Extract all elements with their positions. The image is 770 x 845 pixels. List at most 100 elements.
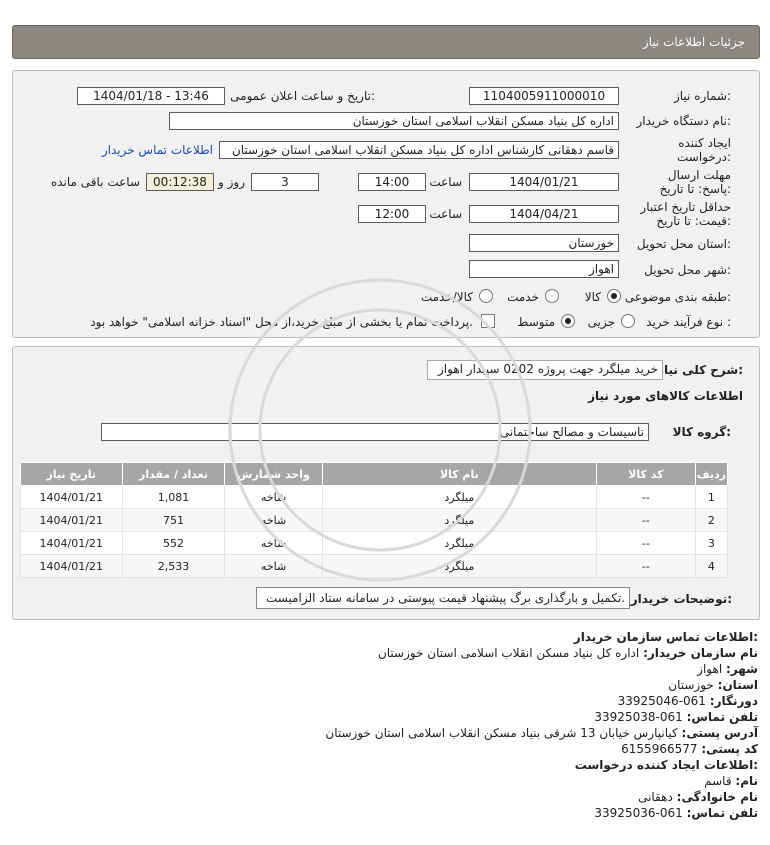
contact-address-line: آدرس پستی: کیانپارس خیابان 13 شرقی بنیاد… [325, 726, 758, 740]
need-details-panel: شماره نیاز: 1104005911000010 تاریخ و ساع… [12, 70, 760, 338]
deadline-time-label: ساعت [429, 175, 462, 189]
cell-qty: 2,533 [121, 554, 226, 578]
contact-phone: 061-33925038 [594, 710, 683, 724]
validity-time-field: 12:00 [358, 205, 426, 223]
buyer-notes-label: توضیحات خریدار: [630, 592, 732, 606]
days-label: روز و [218, 175, 245, 189]
contact-postal-line: کد پستی: 6155966577 [621, 742, 758, 756]
desc-label: شرح کلی نیاز: [657, 363, 743, 377]
group-field: تاسیسات و مصالح ساختمانی [101, 423, 649, 441]
cell-unit: شاخه [224, 508, 323, 532]
contact-address: کیانپارس خیابان 13 شرقی بنیاد مسکن انقلا… [325, 726, 678, 740]
col-unit: واحد شمارش [224, 462, 323, 486]
creator-family-line: نام خانوادگی: دهقانی [638, 790, 758, 804]
process-label: نوع فرآیند خرید : [646, 315, 731, 329]
remaining-label: ساعت باقی مانده [50, 175, 140, 189]
creator-label: ایجاد کننده درخواست: [677, 136, 731, 164]
contact-org-line: نام سازمان خریدار: اداره کل بنیاد مسکن ا… [378, 646, 758, 660]
category-goods-label: کالا [584, 290, 601, 304]
creator-family: دهقانی [638, 790, 673, 804]
cell-code: -- [595, 508, 696, 532]
city-label: شهر محل تحویل: [644, 263, 731, 277]
cell-name: میلگرد [321, 531, 597, 555]
cell-name: میلگرد [321, 485, 597, 509]
table-row: 3 -- میلگرد شاخه 552 1404/01/21 [20, 531, 729, 555]
page-header: جزئیات اطلاعات نیاز [12, 25, 760, 59]
cell-name: میلگرد [321, 554, 597, 578]
province-label: استان محل تحویل: [636, 237, 731, 251]
need-number-field: 1104005911000010 [469, 87, 619, 105]
cell-unit: شاخه [224, 485, 323, 509]
cell-name: میلگرد [321, 508, 597, 532]
treasury-checkbox[interactable] [481, 314, 495, 328]
creator-family-label: نام خانوادگی: [676, 790, 758, 804]
cell-qty: 552 [121, 531, 226, 555]
creator-info-title: اطلاعات ایجاد کننده درخواست: [574, 758, 758, 772]
category-both-label: کالا/خدمت [420, 290, 473, 304]
creator-phone: 061-33925036 [594, 806, 683, 820]
category-both-radio[interactable] [479, 289, 493, 303]
contact-province: خوزستان [668, 678, 714, 692]
process-minor-radio[interactable] [621, 314, 635, 328]
contact-org-label: نام سازمان خریدار: [643, 646, 758, 660]
contact-fax: 061-33925046 [617, 694, 706, 708]
category-service-label: خدمت [507, 290, 539, 304]
contact-postal-label: کد پستی: [701, 742, 758, 756]
process-medium-label: متوسط [517, 315, 555, 329]
page-title: جزئیات اطلاعات نیاز [642, 35, 745, 49]
category-label: طبقه بندی موضوعی: [624, 290, 731, 304]
category-service-radio[interactable] [545, 289, 559, 303]
contact-postal: 6155966577 [621, 742, 698, 756]
col-code: کد کالا [595, 462, 696, 486]
creator-name: قاسم [704, 774, 732, 788]
cell-row: 1 [694, 485, 729, 509]
deadline-label: مهلت ارسال پاسخ: تا تاریخ: [659, 168, 731, 196]
contact-province-label: استان: [717, 678, 758, 692]
validity-date-field: 1404/04/21 [469, 205, 619, 223]
cell-row: 2 [694, 508, 729, 532]
cell-code: -- [595, 531, 696, 555]
buyer-notes-field: تکمیل و بارگذاری برگ پیشنهاد قیمت پیوستی… [256, 587, 630, 609]
col-qty: تعداد / مقدار [121, 462, 226, 486]
buyer-field: اداره کل بنیاد مسکن انقلاب اسلامی استان … [169, 112, 619, 130]
creator-phone-line: تلفن تماس: 061-33925036 [594, 806, 758, 820]
goods-table: ردیف کد کالا نام کالا واحد شمارش تعداد /… [20, 462, 729, 578]
desc-field: خرید میلگرد جهت پروژه 0202 سپیدار اهواز [427, 360, 663, 380]
creator-field: قاسم دهقانی کارشناس اداره کل بنیاد مسکن … [219, 141, 619, 159]
deadline-date-field: 1404/01/21 [469, 173, 619, 191]
buyer-contact-link[interactable]: اطلاعات تماس خریدار [102, 143, 213, 157]
contact-address-label: آدرس پستی: [681, 726, 758, 740]
contact-fax-line: دورنگار: 061-33925046 [618, 694, 758, 708]
validity-label: حداقل تاریخ اعتبار قیمت: تا تاریخ: [640, 200, 731, 228]
city-field: اهواز [469, 260, 619, 278]
contact-city-label: شهر: [726, 662, 758, 676]
contact-title: اطلاعات تماس سازمان خریدار: [573, 630, 758, 644]
contact-fax-label: دورنگار: [709, 694, 758, 708]
category-goods-radio[interactable] [607, 289, 621, 303]
need-number-label: شماره نیاز: [673, 89, 731, 103]
cell-date: 1404/01/21 [20, 508, 123, 532]
cell-qty: 1,081 [121, 485, 226, 509]
col-row: ردیف [694, 462, 729, 486]
contact-city: اهواز [697, 662, 723, 676]
deadline-time-field: 14:00 [358, 173, 426, 191]
cell-unit: شاخه [224, 554, 323, 578]
buyer-label: نام دستگاه خریدار: [636, 114, 732, 128]
cell-date: 1404/01/21 [20, 554, 123, 578]
contact-province-line: استان: خوزستان [668, 678, 758, 692]
creator-name-line: نام: قاسم [704, 774, 758, 788]
cell-date: 1404/01/21 [20, 485, 123, 509]
days-field: 3 [251, 173, 319, 191]
treasury-note: پرداخت تمام یا بخشی از مبلغ خرید،از محل … [90, 315, 473, 329]
cell-code: -- [595, 485, 696, 509]
cell-unit: شاخه [224, 531, 323, 555]
table-row: 2 -- میلگرد شاخه 751 1404/01/21 [20, 508, 729, 532]
contact-phone-label: تلفن تماس: [686, 710, 758, 724]
col-date: تاریخ نیاز [20, 462, 123, 486]
cell-date: 1404/01/21 [20, 531, 123, 555]
creator-name-label: نام: [735, 774, 758, 788]
cell-qty: 751 [121, 508, 226, 532]
cell-code: -- [595, 554, 696, 578]
goods-section-title: اطلاعات کالاهای مورد نیاز [588, 389, 743, 403]
process-medium-radio[interactable] [561, 314, 575, 328]
